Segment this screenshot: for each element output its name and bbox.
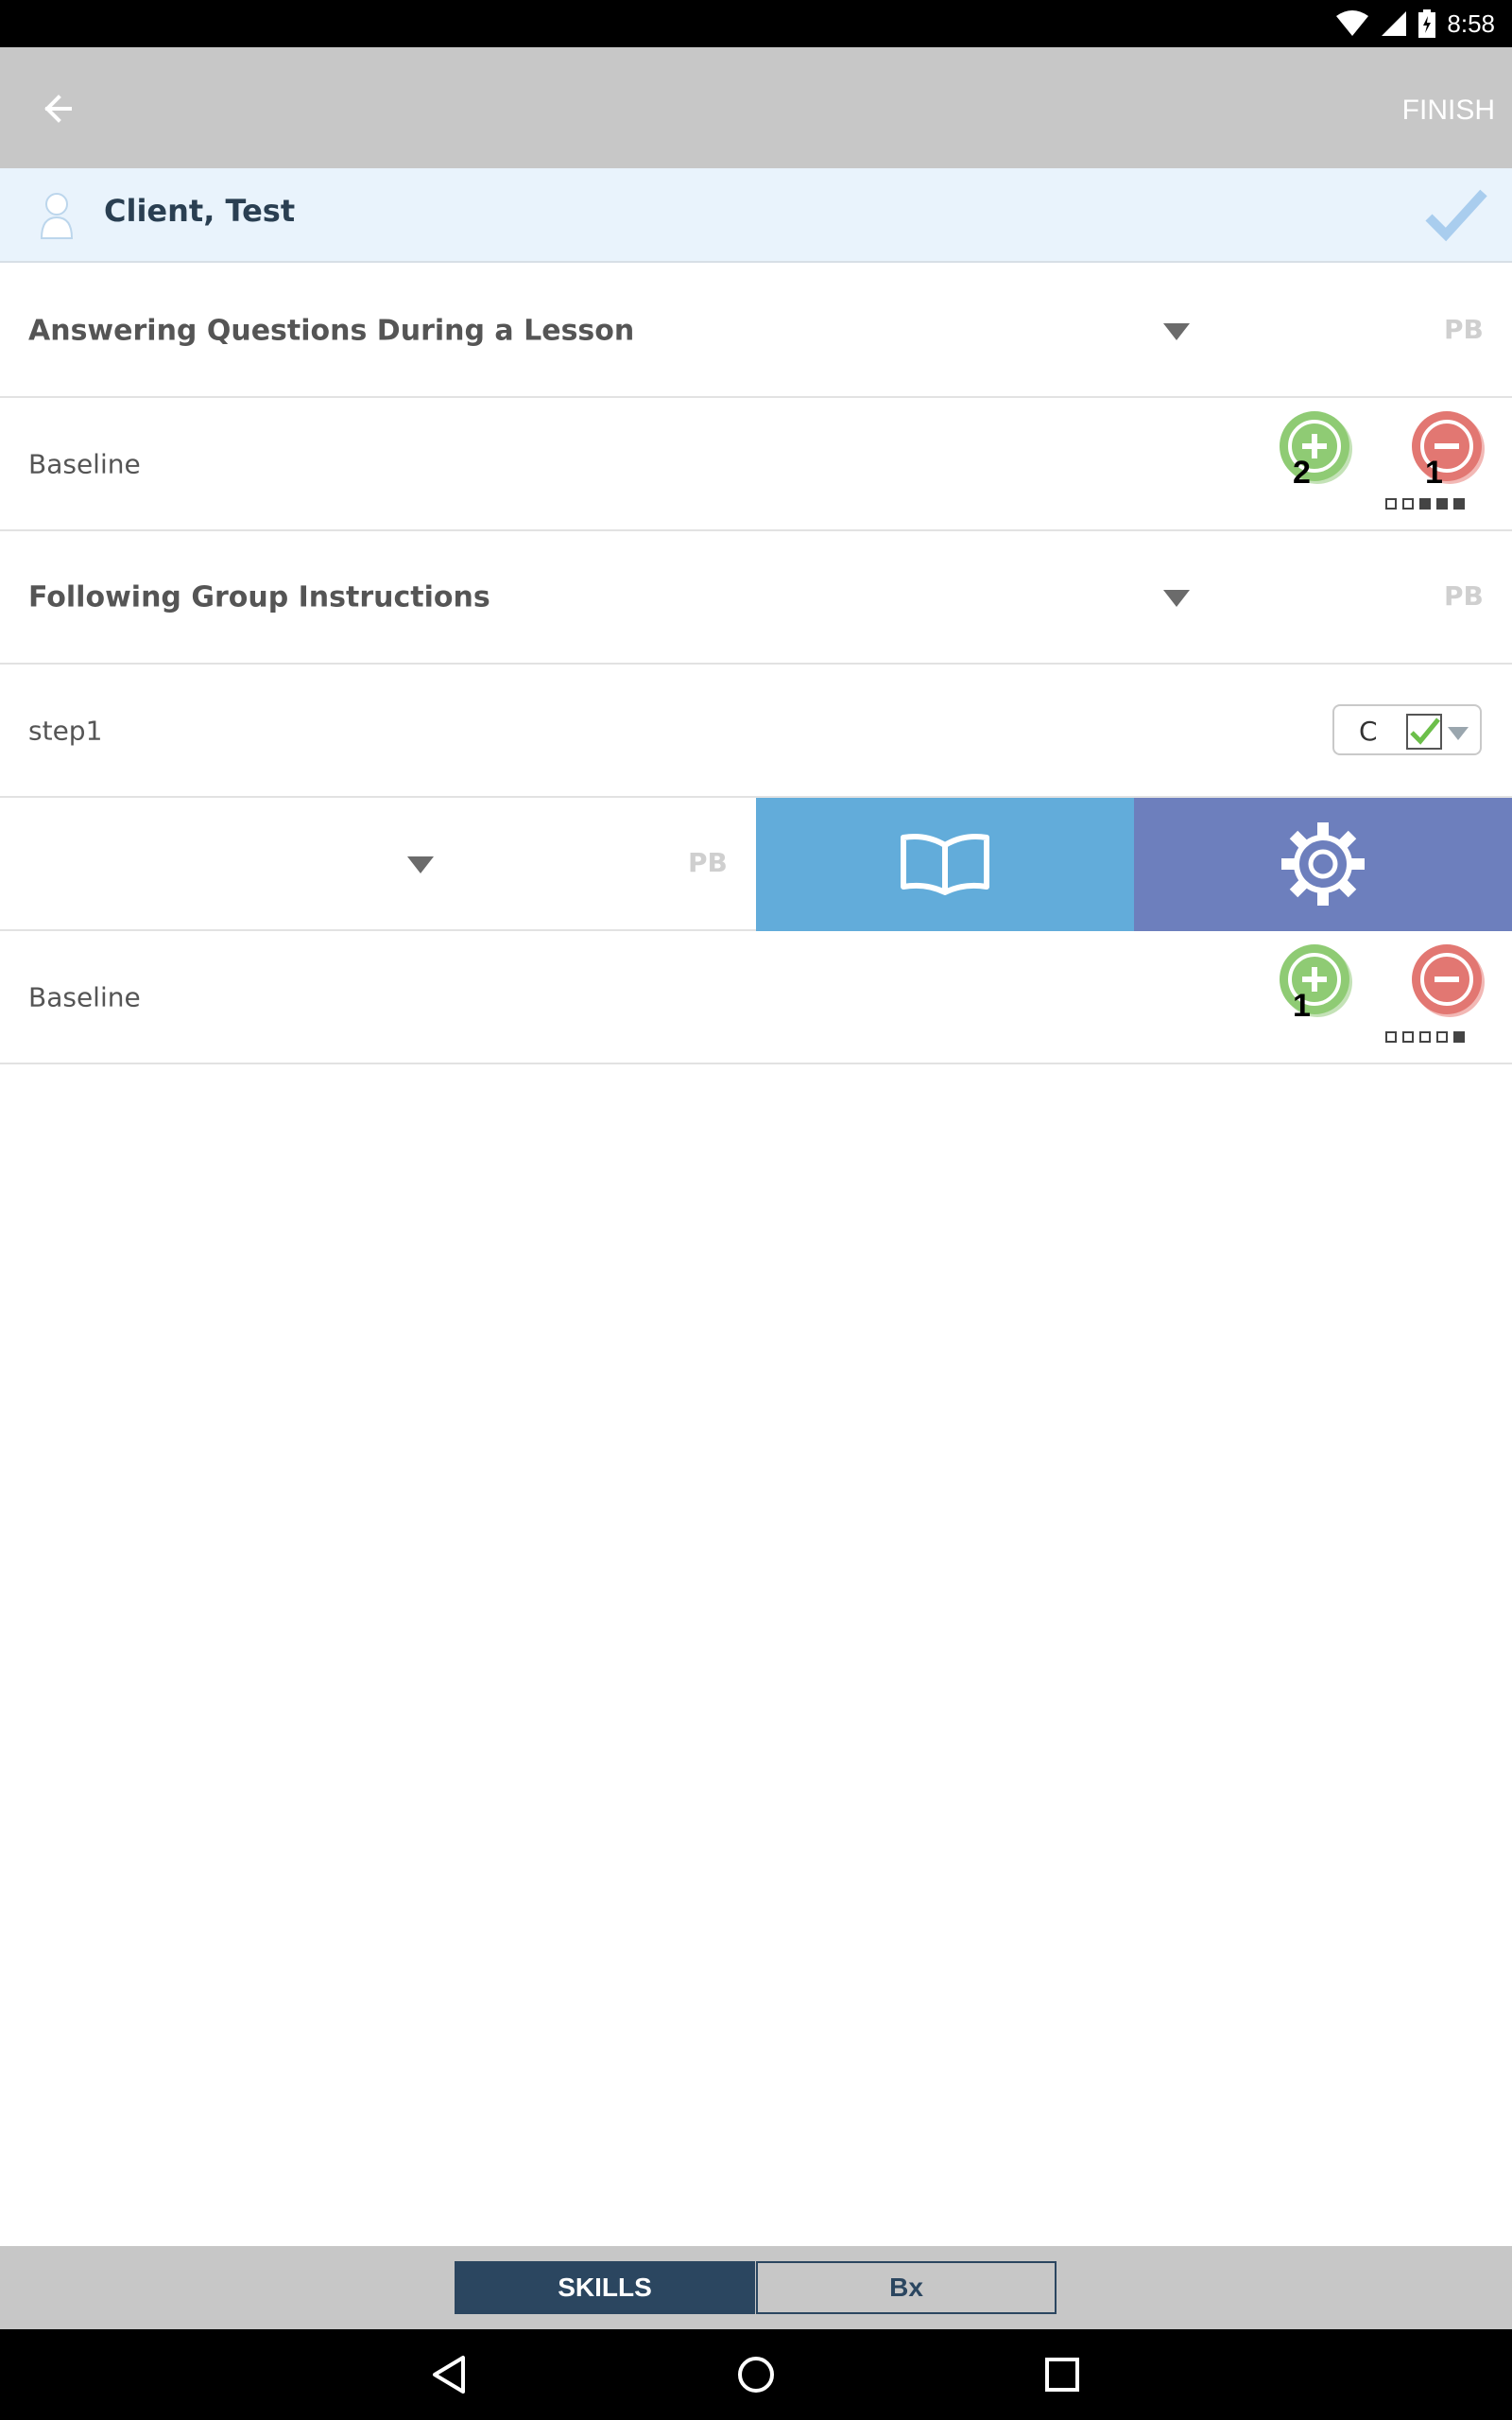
trial-dot [1385, 498, 1397, 510]
nav-back-icon[interactable] [429, 2354, 471, 2395]
target-label: step1 [28, 715, 103, 746]
minus-icon [1420, 420, 1473, 473]
settings-action-button[interactable] [1134, 798, 1512, 931]
program-title: Answering Questions During a Lesson [28, 314, 635, 347]
pb-badge: PB [688, 847, 728, 878]
plus-icon [1288, 420, 1341, 473]
target-label: Baseline [28, 981, 141, 1012]
minus-button[interactable] [1412, 944, 1482, 1014]
client-bar: Client, Test [0, 168, 1512, 263]
app-bar: FINISH [0, 47, 1512, 168]
trial-dots [1385, 498, 1465, 510]
green-check-icon [1406, 714, 1442, 750]
status-time: 8:58 [1447, 9, 1495, 38]
pb-badge: PB [1444, 580, 1484, 612]
book-action-button[interactable] [756, 798, 1134, 931]
pb-badge: PB [1444, 314, 1484, 345]
battery-icon [1418, 9, 1436, 38]
trial-dot [1402, 498, 1414, 510]
plus-button[interactable] [1280, 411, 1349, 481]
minus-icon [1420, 953, 1473, 1006]
checkmark-icon[interactable] [1423, 185, 1489, 246]
trial-dots [1385, 1031, 1465, 1043]
plus-count: 1 [1293, 988, 1311, 1024]
dropdown-caret-icon[interactable] [1163, 323, 1190, 340]
trial-dot [1402, 1031, 1414, 1043]
trial-dot [1453, 1031, 1465, 1043]
trial-dot [1419, 1031, 1431, 1043]
plus-count: 2 [1293, 455, 1311, 491]
back-arrow-icon[interactable] [38, 85, 85, 132]
dropdown-caret-icon[interactable] [1163, 590, 1190, 607]
trial-dot [1385, 1031, 1397, 1043]
minus-count: 1 [1425, 455, 1443, 491]
chevron-down-icon [1448, 727, 1469, 740]
nav-home-icon[interactable] [735, 2354, 777, 2395]
gear-icon [1281, 822, 1365, 906]
tab-bx[interactable]: Bx [756, 2261, 1057, 2314]
program-row[interactable]: Answering Questions During a Lesson PB [0, 265, 1512, 398]
person-icon [40, 193, 74, 239]
finish-button[interactable]: FINISH [1402, 95, 1495, 127]
tab-skills[interactable]: SKILLS [455, 2261, 755, 2314]
program-row[interactable]: Following Group Instructions PB [0, 531, 1512, 665]
plus-icon [1288, 953, 1341, 1006]
program-title: Following Group Instructions [28, 580, 490, 614]
target-row: Baseline 1 [0, 931, 1512, 1064]
target-row: step1 C [0, 665, 1512, 798]
status-bar: 8:58 [0, 0, 1512, 47]
cell-signal-icon [1382, 11, 1407, 36]
trial-dot [1436, 1031, 1448, 1043]
trial-dot [1453, 498, 1465, 510]
wifi-icon [1336, 10, 1369, 36]
trial-dot [1436, 498, 1448, 510]
client-name: Client, Test [104, 193, 296, 229]
book-icon [901, 834, 989, 895]
program-row-swiped[interactable]: PB [0, 798, 1512, 931]
score-dropdown[interactable]: C [1332, 704, 1482, 755]
dropdown-caret-icon[interactable] [407, 856, 434, 873]
score-value: C [1359, 716, 1378, 747]
minus-button[interactable] [1412, 411, 1482, 481]
target-label: Baseline [28, 448, 141, 479]
trial-dot [1419, 498, 1431, 510]
target-row: Baseline 2 1 [0, 398, 1512, 531]
bottom-tab-bar: SKILLS Bx [0, 2246, 1512, 2329]
nav-recents-icon[interactable] [1041, 2354, 1083, 2395]
system-nav-bar [0, 2329, 1512, 2420]
plus-button[interactable] [1280, 944, 1349, 1014]
